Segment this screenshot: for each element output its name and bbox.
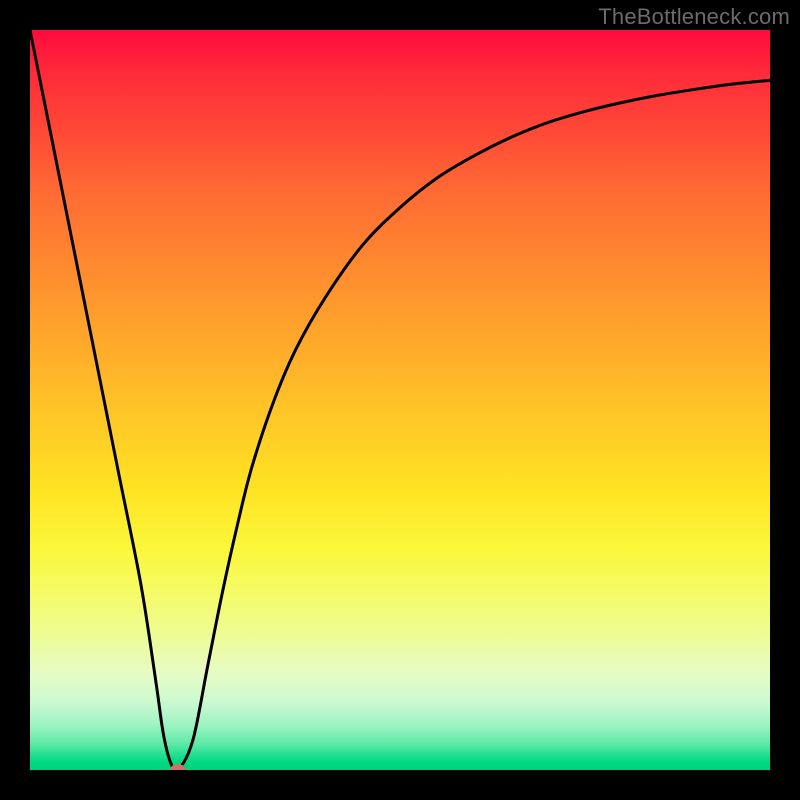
plot-area bbox=[30, 30, 770, 770]
bottleneck-curve bbox=[30, 30, 770, 770]
chart-frame: TheBottleneck.com bbox=[0, 0, 800, 800]
watermark-text: TheBottleneck.com bbox=[598, 4, 790, 30]
optimum-marker bbox=[170, 764, 186, 770]
